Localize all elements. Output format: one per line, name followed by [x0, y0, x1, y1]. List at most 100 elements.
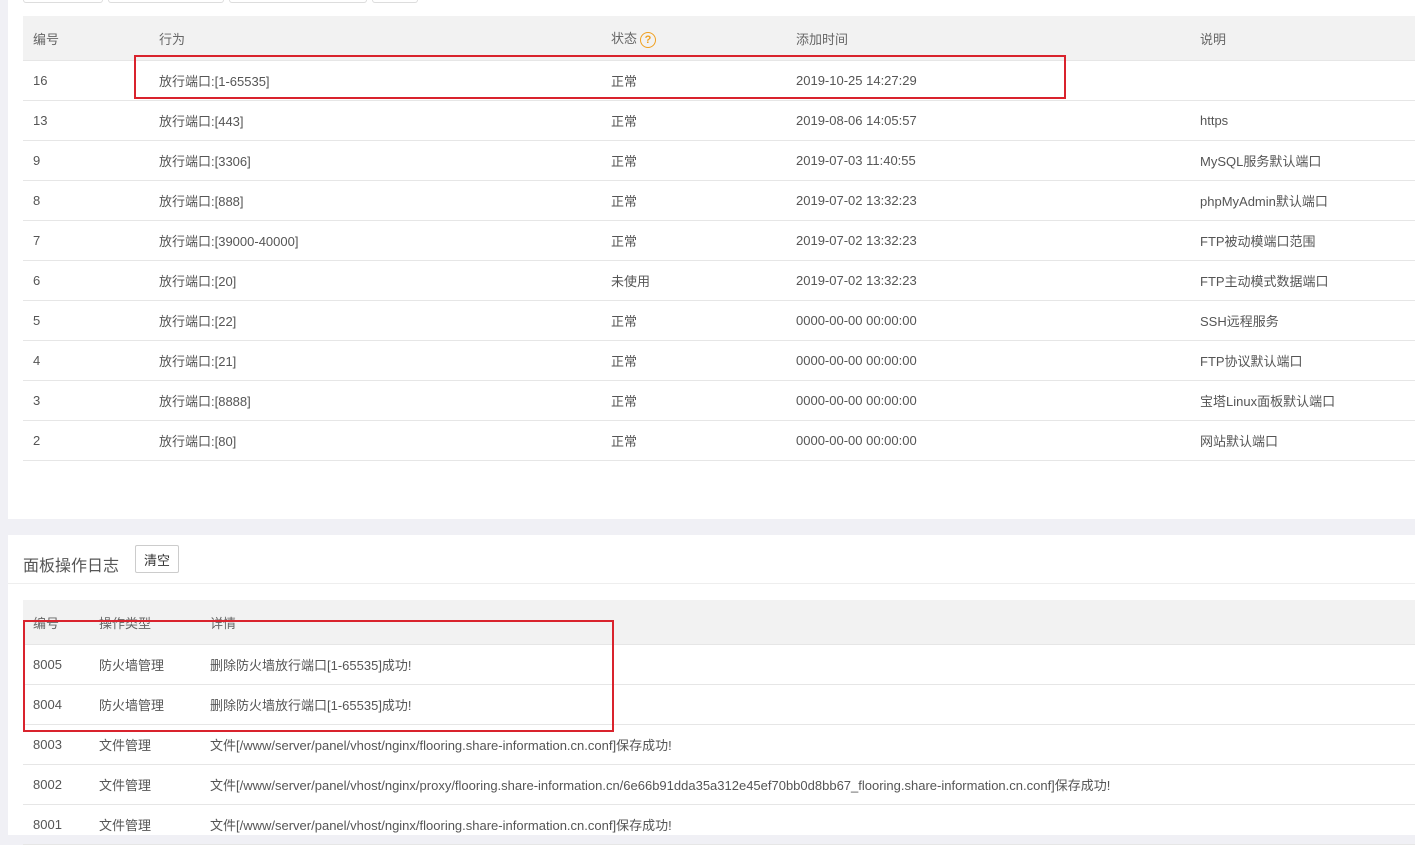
- cell-status: 正常: [601, 340, 786, 381]
- column-header-status: 状态?: [601, 16, 786, 61]
- operation-log-body: 8005 防火墙管理 删除防火墙放行端口[1-65535]成功! 8004 防火墙管理删…: [23, 644, 1415, 845]
- cell-detail: 文件[/www/server/panel/vhost/nginx/proxy/f…: [200, 764, 1415, 805]
- cell-note: MySQL服务默认端口: [1190, 140, 1415, 181]
- cell-note: FTP协议默认端口: [1190, 340, 1415, 381]
- table-row: 3 放行端口:[8888] 正常 0000-00-00 00:00:00 宝塔Linux…: [23, 380, 1415, 421]
- cell-status: 正常: [601, 300, 786, 341]
- table-row: 8003 文件管理 文件[/www/server/panel/vhost/nginx…: [23, 724, 1415, 765]
- column-header-added: 添加时间: [786, 16, 1190, 61]
- log-header: 面板操作日志 清空: [23, 545, 1415, 585]
- cell-status: 正常: [601, 60, 786, 101]
- cell-added: 0000-00-00 00:00:00: [786, 380, 1190, 421]
- cell-note: FTP被动模端口范围: [1190, 220, 1415, 261]
- cell-action: 放行端口:[443]: [149, 100, 601, 141]
- cell-status: 正常: [601, 380, 786, 421]
- cell-added: 2019-10-25 14:27:29: [786, 60, 1190, 101]
- cell-id: 9: [23, 140, 149, 181]
- cell-id: 5: [23, 300, 149, 341]
- firewall-rules-table: 编号 行为 状态? 添加时间 说明 16 放行端口:[1-65535] 正常 2019…: [23, 16, 1415, 461]
- cell-action: 放行端口:[8888]: [149, 380, 601, 421]
- table-row: 8 放行端口:[888] 正常 2019-07-02 13:32:23 phpMyAdm…: [23, 180, 1415, 221]
- cell-action: 放行端口:[22]: [149, 300, 601, 341]
- cell-action: 放行端口:[80]: [149, 420, 601, 461]
- table-row: 8002 文件管理 文件[/www/server/panel/vhost/nginx…: [23, 764, 1415, 805]
- table-row: 2 放行端口:[80] 正常 0000-00-00 00:00:00 网站默认端口: [23, 420, 1415, 461]
- cell-action: 放行端口:[1-65535]: [149, 60, 601, 101]
- cell-detail: 文件[/www/server/panel/vhost/nginx/floorin…: [200, 804, 1415, 845]
- cell-added: 2019-07-02 13:32:23: [786, 260, 1190, 301]
- table-row: 6 放行端口:[20] 未使用 2019-07-02 13:32:23 FTP主动模式数…: [23, 260, 1415, 301]
- cell-id: 3: [23, 380, 149, 421]
- log-title: 面板操作日志: [23, 558, 120, 575]
- cell-note: 网站默认端口: [1190, 420, 1415, 461]
- table-row: 16 放行端口:[1-65535] 正常 2019-10-25 14:27:29: [23, 60, 1415, 101]
- table-row: 9 放行端口:[3306] 正常 2019-07-03 11:40:55 MySQL服务…: [23, 140, 1415, 181]
- cell-status: 正常: [601, 220, 786, 261]
- cell-type: 文件管理: [89, 724, 200, 765]
- cell-added: 0000-00-00 00:00:00: [786, 300, 1190, 341]
- table-row: 4 放行端口:[21] 正常 0000-00-00 00:00:00 FTP协议默认端口: [23, 340, 1415, 381]
- cell-id: 8: [23, 180, 149, 221]
- cell-note: phpMyAdmin默认端口: [1190, 180, 1415, 221]
- clear-log-button[interactable]: 清空: [135, 545, 179, 573]
- column-header-type: 操作类型: [89, 600, 200, 645]
- cell-action: 放行端口:[21]: [149, 340, 601, 381]
- cell-type: 文件管理: [89, 764, 200, 805]
- cell-added: 0000-00-00 00:00:00: [786, 340, 1190, 381]
- question-circle-icon[interactable]: ?: [640, 31, 657, 48]
- cell-note: SSH远程服务: [1190, 300, 1415, 341]
- cell-id: 8002: [23, 764, 89, 805]
- cell-id: 2: [23, 420, 149, 461]
- table-row: 7 放行端口:[39000-40000] 正常 2019-07-02 13:32:23…: [23, 220, 1415, 261]
- cell-note: https: [1190, 100, 1415, 141]
- cell-added: 0000-00-00 00:00:00: [786, 420, 1190, 461]
- cell-detail: 删除防火墙放行端口[1-65535]成功!: [200, 684, 1415, 725]
- table-header-row: 编号 行为 状态? 添加时间 说明: [23, 16, 1415, 61]
- cell-status: 正常: [601, 420, 786, 461]
- cell-id: 8001: [23, 804, 89, 845]
- cell-added: 2019-08-06 14:05:57: [786, 100, 1190, 141]
- cell-added: 2019-07-03 11:40:55: [786, 140, 1190, 181]
- table-row: 8004 防火墙管理 删除防火墙放行端口[1-65535]成功!: [23, 684, 1415, 725]
- cell-action: 放行端口:[888]: [149, 180, 601, 221]
- table-row: 8005 防火墙管理 删除防火墙放行端口[1-65535]成功!: [23, 644, 1415, 685]
- toolbar-button-stub[interactable]: [372, 0, 418, 3]
- cell-id: 16: [23, 60, 149, 101]
- cell-status: 正常: [601, 100, 786, 141]
- cell-type: 文件管理: [89, 804, 200, 845]
- cell-added: 2019-07-02 13:32:23: [786, 220, 1190, 261]
- cell-id: 8004: [23, 684, 89, 725]
- cell-action: 放行端口:[39000-40000]: [149, 220, 601, 261]
- cell-id: 4: [23, 340, 149, 381]
- cell-id: 7: [23, 220, 149, 261]
- cell-id: 8003: [23, 724, 89, 765]
- cell-id: 13: [23, 100, 149, 141]
- cell-note: [1190, 60, 1415, 101]
- cell-type: 防火墙管理: [89, 644, 200, 685]
- cell-note: FTP主动模式数据端口: [1190, 260, 1415, 301]
- operation-log-table: 编号 操作类型 详情 8005 防火墙管理 删除防火墙放行端口[1-65535]成功…: [23, 600, 1415, 845]
- firewall-rules-body: 16 放行端口:[1-65535] 正常 2019-10-25 14:27:29 13 放…: [23, 60, 1415, 461]
- cell-id: 8005: [23, 644, 89, 685]
- toolbar-button-stub[interactable]: [108, 0, 224, 3]
- toolbar-button-stub[interactable]: [23, 0, 103, 3]
- table-row: 13 放行端口:[443] 正常 2019-08-06 14:05:57 https: [23, 100, 1415, 141]
- operation-log-panel: 面板操作日志 清空 编号 操作类型 详情 8005 防火墙管理 删除防火墙放行端口[…: [8, 535, 1415, 845]
- cell-note: 宝塔Linux面板默认端口: [1190, 380, 1415, 421]
- column-header-detail: 详情: [200, 600, 1415, 645]
- column-header-id: 编号: [23, 16, 149, 61]
- cell-type: 防火墙管理: [89, 684, 200, 725]
- firewall-panel: 编号 行为 状态? 添加时间 说明 16 放行端口:[1-65535] 正常 2019…: [8, 0, 1415, 519]
- cell-status: 未使用: [601, 260, 786, 301]
- cell-detail: 文件[/www/server/panel/vhost/nginx/floorin…: [200, 724, 1415, 765]
- divider: [8, 583, 1415, 584]
- cell-status: 正常: [601, 180, 786, 221]
- column-header-id: 编号: [23, 600, 89, 645]
- cell-action: 放行端口:[20]: [149, 260, 601, 301]
- toolbar-button-stub[interactable]: [229, 0, 367, 3]
- table-header-row: 编号 操作类型 详情: [23, 600, 1415, 645]
- table-row: 8001 文件管理 文件[/www/server/panel/vhost/nginx…: [23, 804, 1415, 845]
- column-header-note: 说明: [1190, 16, 1415, 61]
- cell-added: 2019-07-02 13:32:23: [786, 180, 1190, 221]
- column-header-action: 行为: [149, 16, 601, 61]
